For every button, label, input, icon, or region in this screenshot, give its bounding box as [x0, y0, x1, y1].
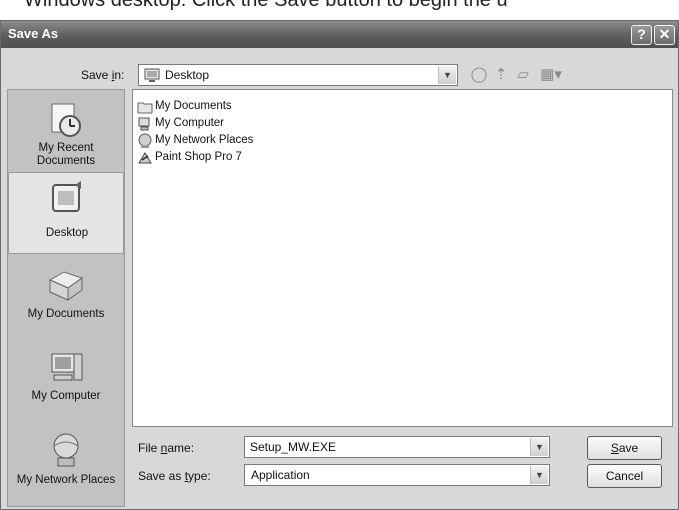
instruction-caption: Windows desktop. Click the Save button t… [24, 0, 508, 11]
views-menu-icon[interactable]: ▦▾ [537, 65, 565, 85]
list-item-label: Paint Shop Pro 7 [155, 151, 242, 163]
file-list[interactable]: My Documents My Computer My Network Plac… [132, 89, 673, 427]
chevron-down-icon[interactable]: ▼ [438, 66, 456, 84]
save-button[interactable]: Save [587, 436, 662, 460]
my-documents-icon [48, 271, 84, 301]
list-item-label: My Network Places [155, 134, 254, 146]
place-label: My Recent Documents [36, 142, 96, 167]
close-button[interactable]: ✕ [654, 25, 675, 45]
shortcut-icon [138, 152, 152, 164]
place-label: My Documents [27, 308, 105, 320]
save-as-type-label: Save as type: [138, 469, 211, 483]
file-name-field[interactable]: ▼ [244, 436, 550, 458]
help-button[interactable]: ? [631, 25, 652, 45]
list-item-label: My Documents [155, 100, 232, 112]
place-desktop[interactable]: Desktop [8, 172, 124, 254]
cancel-button[interactable]: Cancel [587, 464, 662, 488]
window-title: Save As [8, 26, 59, 41]
place-label: My Computer [31, 390, 101, 402]
network-places-icon [53, 433, 79, 467]
new-folder-icon[interactable]: ▱ [513, 65, 533, 85]
save-in-value: Desktop [165, 68, 210, 82]
folder-icon [137, 102, 153, 114]
place-label: Desktop [45, 227, 89, 239]
place-my-recent-documents[interactable]: My Recent Documents [8, 94, 124, 176]
file-name-label: File name: [138, 441, 195, 455]
up-one-level-icon[interactable]: ⇡ [491, 65, 511, 85]
chevron-down-icon[interactable]: ▼ [530, 466, 548, 484]
save-as-type-dropdown[interactable]: Application ▼ [244, 464, 550, 486]
place-my-computer[interactable]: My Computer [8, 342, 124, 424]
desktop-icon [144, 68, 160, 82]
places-bar: My Recent Documents Desktop My Documents [7, 89, 125, 507]
title-bar[interactable]: Save As ? ✕ [1, 21, 678, 48]
computer-icon [138, 117, 150, 131]
place-my-network-places[interactable]: My Network Places [8, 424, 124, 506]
save-in-dropdown[interactable]: Desktop ▼ [138, 64, 458, 86]
my-computer-icon [51, 353, 83, 381]
place-my-documents[interactable]: My Documents [8, 260, 124, 342]
save-as-type-value: Application [251, 468, 310, 482]
save-as-dialog: Save As ? ✕ Save in: Desktop ▼ ◯ ⇡ ▱ ▦▾ … [0, 20, 679, 510]
recent-documents-icon [51, 103, 81, 137]
desktop-icon [52, 181, 81, 212]
chevron-down-icon[interactable]: ▼ [530, 438, 548, 456]
save-in-label: Save in: [81, 68, 125, 82]
list-item-label: My Computer [155, 117, 225, 129]
back-icon[interactable]: ◯ [469, 65, 489, 85]
place-label: My Network Places [16, 474, 116, 486]
network-icon [138, 133, 152, 148]
file-name-input[interactable] [245, 437, 549, 457]
